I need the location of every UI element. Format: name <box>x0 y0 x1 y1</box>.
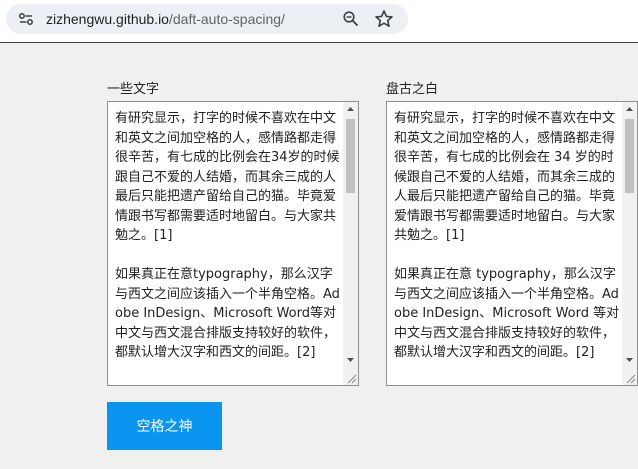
resize-grip-icon[interactable] <box>343 370 358 385</box>
star-icon[interactable] <box>374 9 394 29</box>
source-paragraph-1: 有研究显示，打字的时候不喜欢在中文和英文之间加空格的人，感情路都走得很辛苦，有七… <box>115 111 340 243</box>
browser-toolbar: zizhengwu.github.io/daft-auto-spacing/ <box>0 0 638 43</box>
spaced-text-content[interactable]: 有研究显示，打字的时候不喜欢在中文和英文之间加空格的人，感情路都走得很辛苦，有七… <box>394 109 622 382</box>
source-paragraph-2: 如果真正在意typography，那么汉字与西文之间应该插入一个半角空格。Ado… <box>115 267 340 360</box>
url-path: /daft-auto-spacing/ <box>168 11 285 27</box>
scroll-down-arrow-icon[interactable] <box>343 352 358 367</box>
scroll-up-arrow-icon[interactable] <box>343 102 358 117</box>
spaced-text-area[interactable]: 有研究显示，打字的时候不喜欢在中文和英文之间加空格的人，感情路都走得很辛苦，有七… <box>386 101 638 386</box>
url-text[interactable]: zizhengwu.github.io/daft-auto-spacing/ <box>46 10 285 28</box>
source-scroll-thumb[interactable] <box>346 119 355 193</box>
resize-grip-icon[interactable] <box>622 370 637 385</box>
spaced-paragraph-2: 如果真正在意 typography，那么汉字与西文之间应该插入一个半角空格。Ad… <box>394 267 620 360</box>
source-scrollbar[interactable] <box>343 102 358 385</box>
source-text-content[interactable]: 有研究显示，打字的时候不喜欢在中文和英文之间加空格的人，感情路都走得很辛苦，有七… <box>115 109 343 382</box>
zoom-icon[interactable] <box>342 10 360 28</box>
spaced-paragraph-1: 有研究显示，打字的时候不喜欢在中文和英文之间加空格的人，感情路都走得很辛苦，有七… <box>394 111 616 243</box>
right-textarea-label: 盘古之白 <box>386 82 439 97</box>
scroll-down-arrow-icon[interactable] <box>622 352 637 367</box>
add-spacing-button[interactable]: 空格之神 <box>107 402 222 450</box>
spaced-scroll-thumb[interactable] <box>625 119 634 193</box>
source-text-area[interactable]: 有研究显示，打字的时候不喜欢在中文和英文之间加空格的人，感情路都走得很辛苦，有七… <box>107 101 359 386</box>
address-bar[interactable]: zizhengwu.github.io/daft-auto-spacing/ <box>6 4 408 34</box>
spaced-scrollbar[interactable] <box>622 102 637 385</box>
scroll-up-arrow-icon[interactable] <box>622 102 637 117</box>
url-host: zizhengwu.github.io <box>46 11 169 27</box>
left-textarea-label: 一些文字 <box>107 82 160 97</box>
site-info-icon[interactable] <box>18 11 34 27</box>
